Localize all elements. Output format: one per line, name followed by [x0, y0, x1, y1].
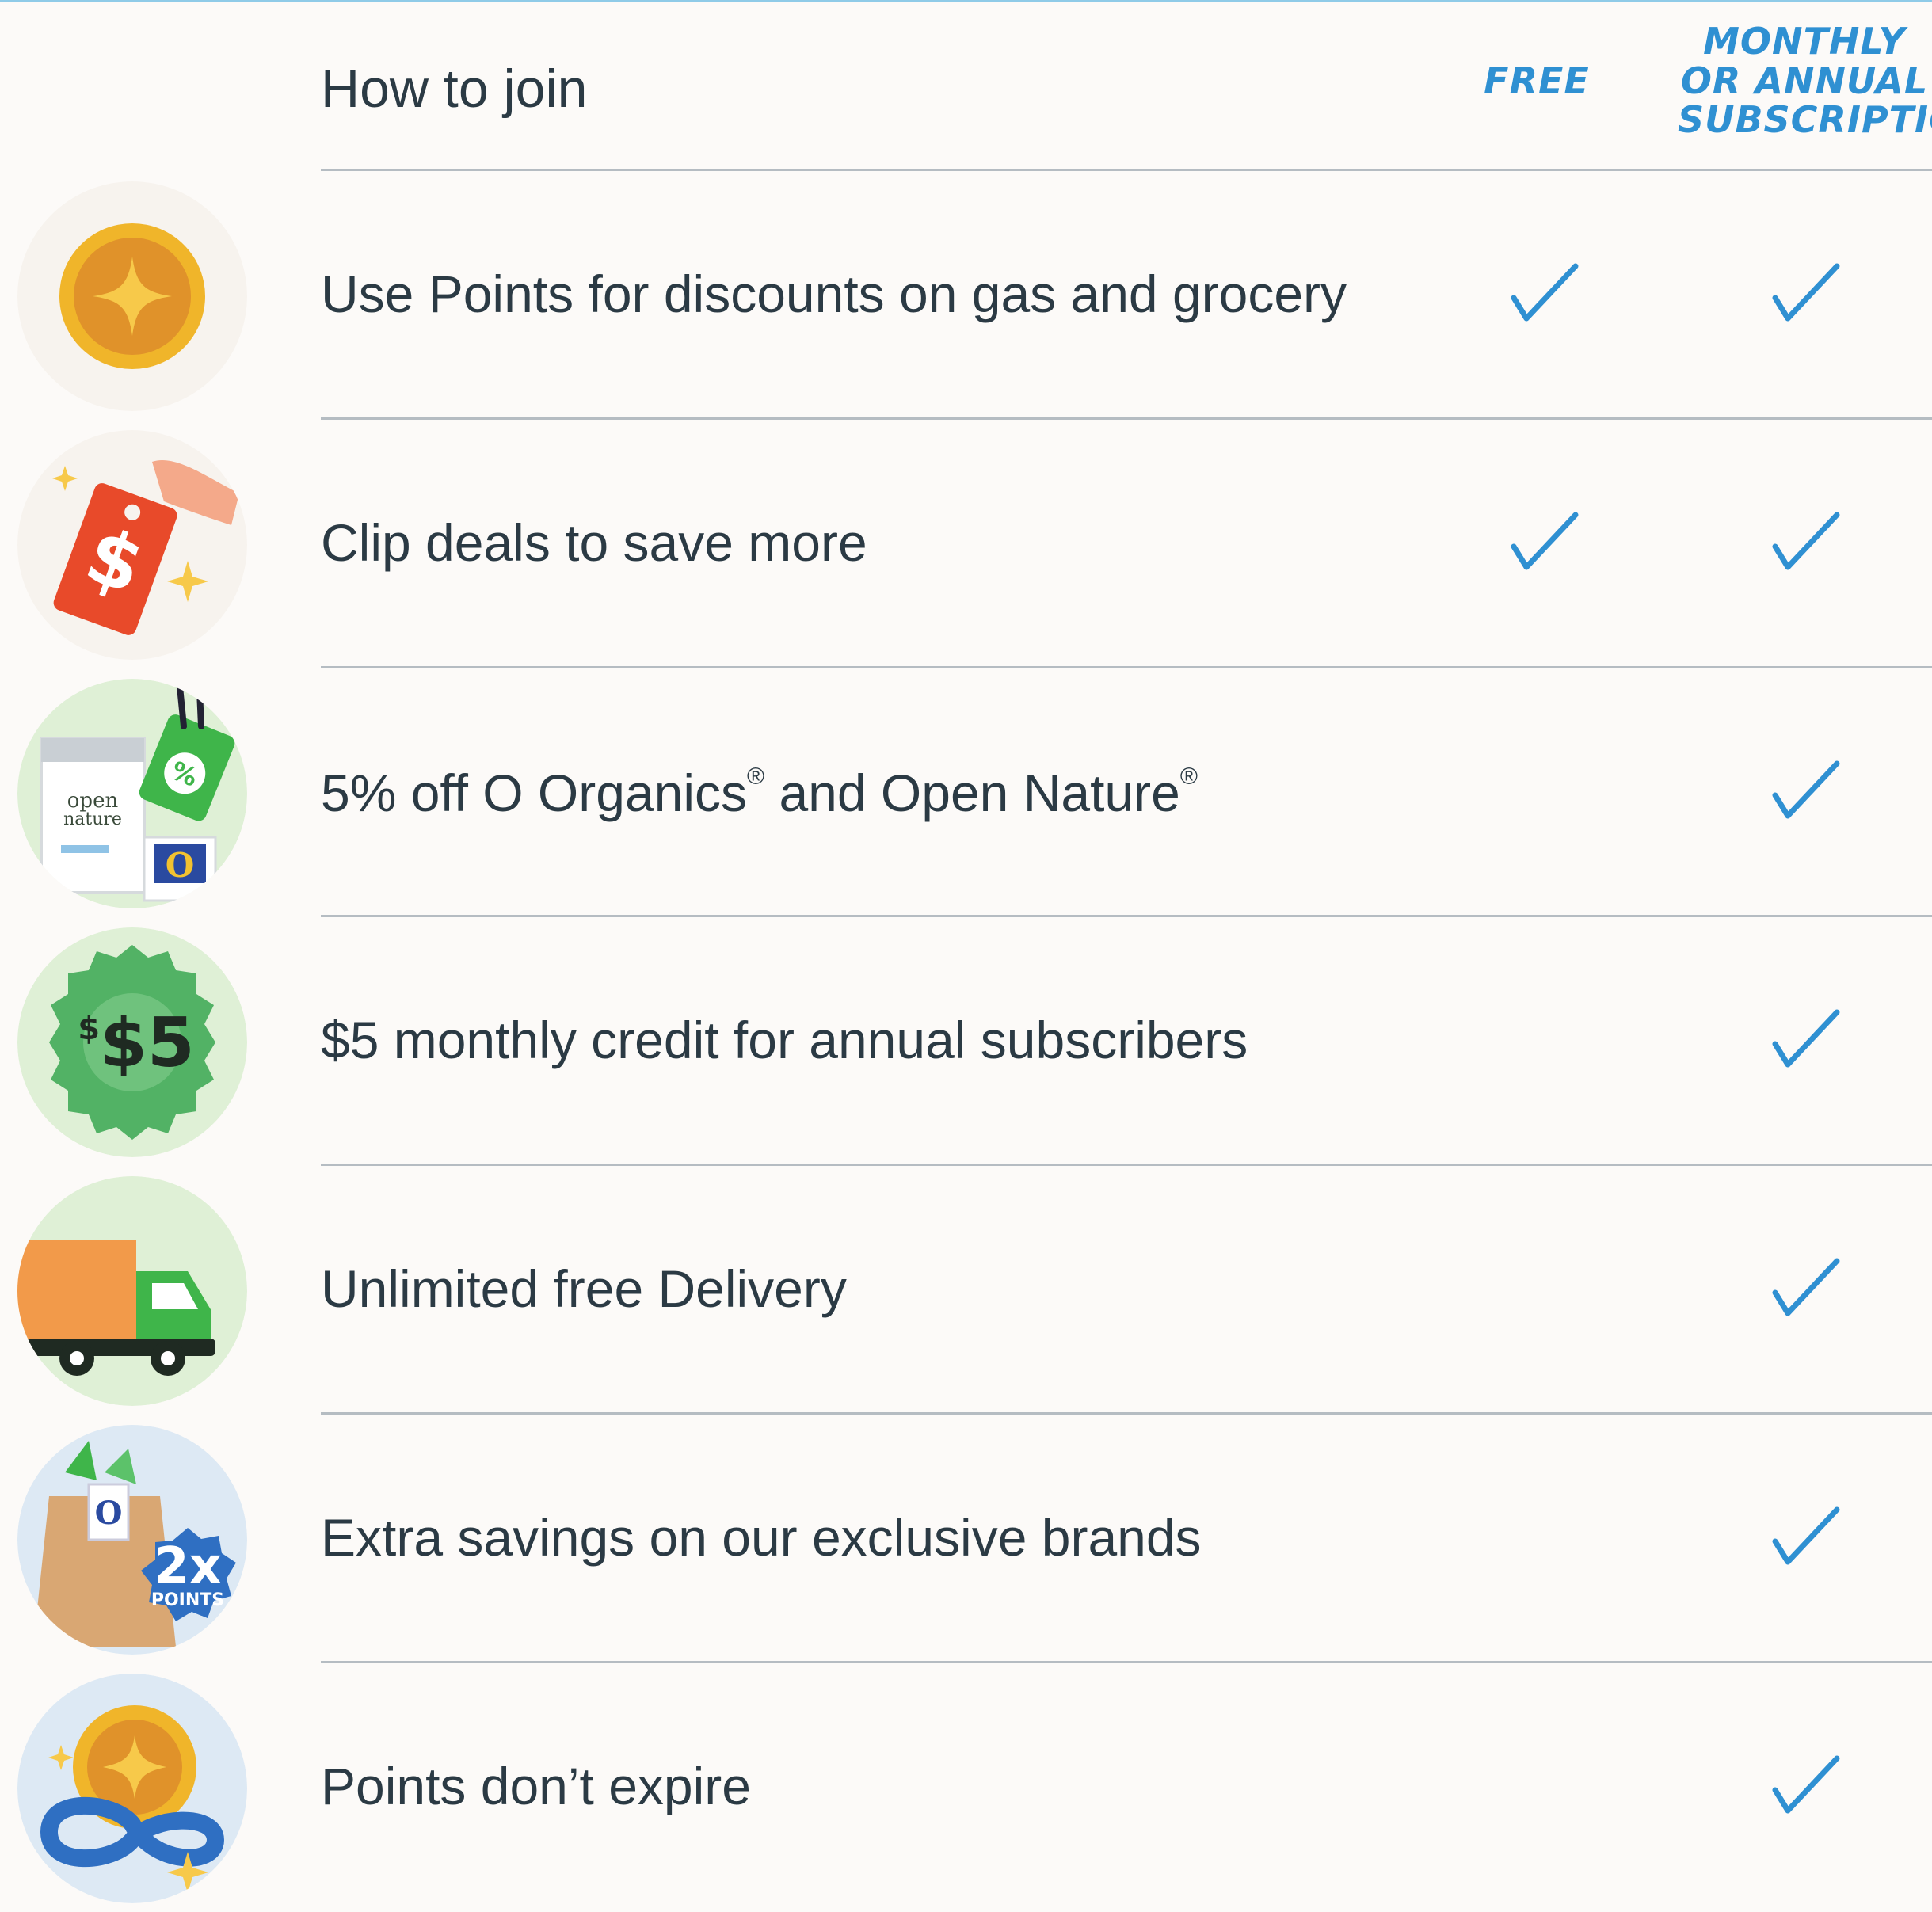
delivery-truck-icon: [17, 1176, 247, 1406]
feature-label: Points don’t expire: [321, 1757, 751, 1815]
feature-label-text: and Open Nature: [764, 764, 1180, 822]
monthly-credit-badge-icon: $$5: [17, 927, 247, 1157]
registered-mark: ®: [1179, 764, 1198, 790]
badge-amount: 2x: [154, 1537, 222, 1596]
organic-products-icon: open nature O %: [17, 679, 247, 908]
feature-label: Extra savings on our exclusive brands: [321, 1508, 1202, 1567]
badge-amount: $5: [100, 1004, 195, 1083]
infinity-coin-icon: [17, 1674, 247, 1903]
table-row: Unlimited free Delivery: [0, 1166, 1932, 1415]
page-title: How to join: [321, 59, 588, 119]
checkmark-icon: [1770, 1503, 1842, 1567]
table-row: Use Points for discounts on gas and groc…: [0, 171, 1932, 420]
feature-label: Use Points for discounts on gas and groc…: [321, 265, 1347, 323]
feature-label: Clip deals to save more: [321, 513, 867, 572]
table-row: $$5 $5 monthly credit for annual subscri…: [0, 917, 1932, 1166]
badge-text: POINTS: [151, 1590, 224, 1610]
checkmark-icon: [1770, 1752, 1842, 1815]
checkmark-icon: [1770, 260, 1842, 323]
registered-mark: ®: [747, 764, 765, 790]
svg-text:O: O: [166, 846, 195, 885]
feature-label: Unlimited free Delivery: [321, 1259, 847, 1318]
checkmark-icon: [1770, 508, 1842, 572]
table-row: O 2x POINTS Extra savings on our exclusi…: [0, 1415, 1932, 1663]
feature-label-text: 5% off O Organics: [321, 764, 748, 822]
table-row: Points don’t expire: [0, 1663, 1932, 1912]
table-row: $ Clip deals to save more: [0, 420, 1932, 668]
checkmark-icon: [1770, 757, 1842, 821]
checkmark-icon: [1509, 508, 1580, 572]
price-tag-icon: $: [17, 430, 247, 660]
gold-coin-icon: [17, 181, 247, 411]
svg-text:nature: nature: [63, 809, 122, 829]
column-header-subscription: MONTHLY OR ANNUAL SUBSCRIPTION: [1678, 20, 1932, 142]
grocery-bag-2x-points-icon: O 2x POINTS: [17, 1425, 247, 1655]
column-header-free: FREE: [1484, 59, 1590, 102]
table-row: open nature O % 5% off O Organics® and O…: [0, 668, 1932, 917]
checkmark-icon: [1770, 1006, 1842, 1069]
table-header: How to join FREE MONTHLY OR ANNUAL SUBSC…: [0, 0, 1932, 171]
feature-label: $5 monthly credit for annual subscribers: [321, 1011, 1248, 1069]
feature-label: 5% off O Organics® and Open Nature®: [321, 764, 1198, 822]
checkmark-icon: [1509, 260, 1580, 323]
svg-text:O: O: [95, 1495, 123, 1532]
checkmark-icon: [1770, 1255, 1842, 1318]
